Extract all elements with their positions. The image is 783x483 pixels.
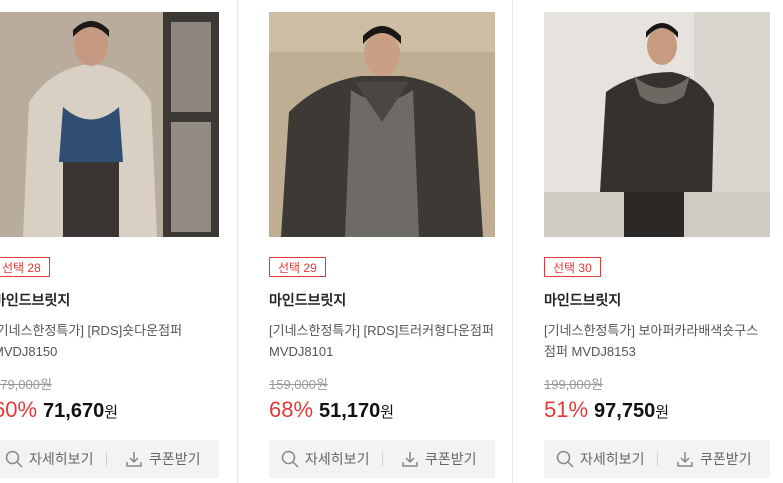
coupon-label: 쿠폰받기 (148, 451, 201, 467)
coupon-button[interactable]: 쿠폰받기 (383, 440, 496, 478)
brand-name: 마인드브릿지 (0, 292, 71, 308)
detail-label: 자세히보기 (29, 451, 94, 467)
brand-name: 마인드브릿지 (544, 292, 622, 308)
discount-rate: 60% (0, 397, 38, 422)
sale-price: 71,670 (43, 400, 105, 422)
product-name[interactable]: [기네스한정특가] 보아퍼카라배색숏구스점퍼 MVDJ8153 (544, 320, 770, 362)
currency-unit: 원 (655, 404, 670, 421)
card-divider (512, 0, 513, 483)
product-name[interactable]: [기네스한정특가] [RDS]트러커형다운점퍼 MVDJ8101 (269, 320, 495, 362)
product-card[interactable]: 선택 28 마인드브릿지 [기네스한정특가] [RDS]숏다운점퍼 MVDJ81… (0, 0, 219, 483)
original-price: 179,000원 (0, 377, 52, 392)
action-bar: 자세히보기 쿠폰받기 (0, 440, 219, 478)
price-line: 51% 97,750원 (544, 397, 669, 423)
selection-badge: 선택 28 (0, 257, 50, 277)
product-photo[interactable] (269, 12, 495, 237)
coupon-label: 쿠폰받기 (699, 451, 752, 467)
product-photo[interactable] (0, 12, 219, 237)
currency-unit: 원 (104, 404, 119, 421)
detail-button[interactable]: 자세히보기 (269, 440, 382, 478)
discount-rate: 68% (269, 397, 314, 422)
detail-label: 자세히보기 (305, 451, 370, 467)
detail-button[interactable]: 자세히보기 (0, 440, 106, 478)
selection-badge: 선택 30 (544, 257, 601, 277)
product-card[interactable]: 선택 29 마인드브릿지 [기네스한정특가] [RDS]트러커형다운점퍼 MVD… (269, 0, 495, 483)
detail-button[interactable]: 자세히보기 (544, 440, 657, 478)
search-icon (556, 450, 574, 468)
coupon-button[interactable]: 쿠폰받기 (658, 440, 771, 478)
search-icon (5, 450, 23, 468)
product-name[interactable]: [기네스한정특가] [RDS]숏다운점퍼 MVDJ8150 (0, 320, 219, 362)
download-icon (677, 452, 693, 467)
card-divider (237, 0, 238, 483)
coupon-label: 쿠폰받기 (424, 451, 477, 467)
brand-name: 마인드브릿지 (269, 292, 347, 308)
action-bar: 자세히보기 쿠폰받기 (544, 440, 770, 478)
price-line: 60%71,670원 (0, 397, 118, 423)
selection-badge: 선택 29 (269, 257, 326, 277)
original-price: 199,000원 (544, 377, 603, 392)
currency-unit: 원 (380, 404, 395, 421)
action-bar: 자세히보기 쿠폰받기 (269, 440, 495, 478)
price-line: 68% 51,170원 (269, 397, 394, 423)
original-price: 159,000원 (269, 377, 328, 392)
product-card[interactable]: 선택 30 마인드브릿지 [기네스한정특가] 보아퍼카라배색숏구스점퍼 MVDJ… (544, 0, 770, 483)
detail-label: 자세히보기 (580, 451, 645, 467)
sale-price: 97,750 (594, 400, 656, 422)
search-icon (281, 450, 299, 468)
product-photo[interactable] (544, 12, 770, 237)
sale-price: 51,170 (319, 400, 381, 422)
coupon-button[interactable]: 쿠폰받기 (107, 440, 220, 478)
download-icon (126, 452, 142, 467)
download-icon (402, 452, 418, 467)
discount-rate: 51% (544, 397, 589, 422)
